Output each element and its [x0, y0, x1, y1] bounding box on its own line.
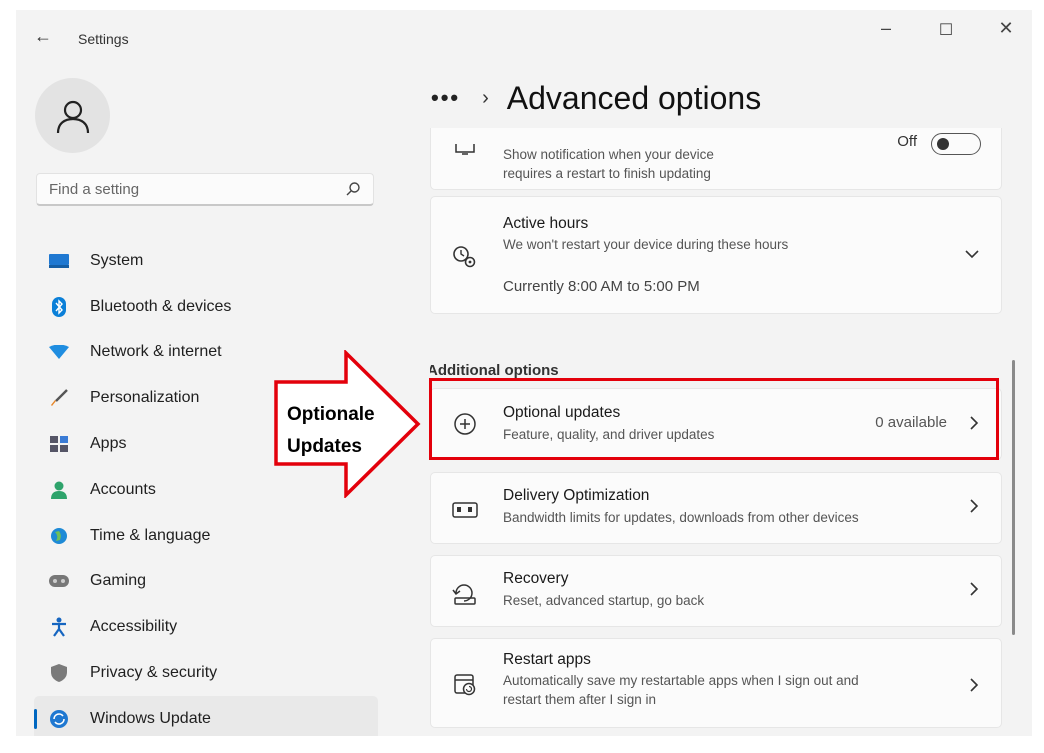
- sidebar-item-label: System: [90, 251, 144, 269]
- avatar[interactable]: [35, 78, 110, 153]
- page-title: Advanced options: [506, 79, 762, 116]
- highlight-box: [429, 378, 999, 460]
- delivery-optimization-card[interactable]: Delivery Optimization Bandwidth limits f…: [430, 472, 1002, 544]
- sidebar-item-label: Privacy & security: [90, 664, 218, 682]
- sidebar-item-time-language[interactable]: Time & language: [34, 513, 378, 559]
- title-bar: ← Settings – ☐ ✕: [16, 10, 1032, 66]
- delivery-icon: [451, 496, 479, 524]
- maximize-button[interactable]: ☐: [926, 20, 966, 40]
- search-box[interactable]: [36, 173, 374, 206]
- accounts-icon: [48, 479, 70, 501]
- scrollbar-thumb[interactable]: [1012, 360, 1015, 635]
- card-subtitle: Reset, advanced startup, go back: [503, 593, 705, 608]
- card-title: Active hours: [503, 215, 589, 232]
- card-title: Recovery: [503, 570, 569, 587]
- user-icon: [56, 100, 89, 133]
- sidebar-item-system[interactable]: System: [34, 238, 378, 284]
- close-button[interactable]: ✕: [986, 18, 1026, 39]
- active-hours-card[interactable]: Active hours We won't restart your devic…: [430, 196, 1002, 314]
- system-icon: [48, 250, 70, 272]
- sidebar-item-label: Apps: [90, 435, 127, 453]
- breadcrumb: ••• › Advanced options: [431, 76, 761, 120]
- breadcrumb-overflow-button[interactable]: •••: [431, 85, 460, 111]
- annotation-text: Optionale Updates: [287, 399, 375, 463]
- clock-gear-icon: [451, 243, 479, 271]
- brush-icon: [48, 387, 70, 409]
- card-subtitle: Show notification when your device: [503, 147, 714, 162]
- card-subtitle: restart them after I sign in: [503, 692, 657, 707]
- sidebar-item-label: Network & internet: [90, 343, 222, 361]
- active-indicator: [34, 708, 37, 729]
- back-arrow-icon[interactable]: ←: [34, 26, 52, 47]
- restart-apps-card[interactable]: Restart apps Automatically save my resta…: [430, 638, 1002, 728]
- card-subtitle: We won't restart your device during thes…: [503, 237, 789, 252]
- breadcrumb-separator: ›: [482, 86, 489, 109]
- chevron-right-icon[interactable]: [969, 497, 979, 518]
- notify-toggle[interactable]: [931, 133, 981, 155]
- shield-icon: [48, 662, 70, 684]
- update-icon: [48, 708, 70, 730]
- chevron-down-icon[interactable]: [965, 243, 979, 264]
- card-subtitle: requires a restart to finish updating: [503, 166, 711, 181]
- sidebar-item-label: Accounts: [90, 480, 156, 498]
- card-title: Restart apps: [503, 651, 591, 668]
- toggle-knob: [937, 138, 949, 150]
- sidebar-item-label: Bluetooth & devices: [90, 297, 232, 315]
- globe-icon: [48, 525, 70, 547]
- bluetooth-icon: [48, 296, 70, 318]
- sidebar-item-label: Gaming: [90, 572, 147, 590]
- card-subtitle: Automatically save my restartable apps w…: [503, 673, 859, 688]
- annotation-line1: Optionale: [287, 404, 375, 425]
- sidebar-item-gaming[interactable]: Gaming: [34, 559, 378, 605]
- sidebar-item-label: Windows Update: [90, 709, 211, 727]
- active-hours-value: Currently 8:00 AM to 5:00 PM: [503, 278, 700, 295]
- notify-restart-card: Show notification when your device requi…: [430, 128, 1002, 190]
- annotation-line2: Updates: [287, 436, 362, 457]
- gamepad-icon: [48, 570, 70, 592]
- settings-window: ← Settings – ☐ ✕ System Bluetooth & devi…: [16, 10, 1032, 736]
- sidebar-item-label: Personalization: [90, 389, 200, 407]
- apps-icon: [48, 433, 70, 455]
- chevron-right-icon[interactable]: [969, 676, 979, 697]
- toggle-label: Off: [897, 133, 917, 150]
- accessibility-icon: [48, 616, 70, 638]
- card-subtitle: Bandwidth limits for updates, downloads …: [503, 510, 859, 525]
- recovery-card[interactable]: Recovery Reset, advanced startup, go bac…: [430, 555, 1002, 627]
- section-title: Additional options: [430, 362, 559, 379]
- sidebar-item-label: Accessibility: [90, 618, 178, 636]
- sidebar-item-label: Time & language: [90, 526, 211, 544]
- sidebar-item-privacy-security[interactable]: Privacy & security: [34, 650, 378, 696]
- network-icon: [48, 341, 70, 363]
- search-input[interactable]: [47, 180, 331, 199]
- sidebar-item-accessibility[interactable]: Accessibility: [34, 604, 378, 650]
- search-icon[interactable]: [345, 181, 361, 197]
- bell-icon: [451, 137, 479, 165]
- sidebar-item-windows-update[interactable]: Windows Update: [34, 695, 378, 736]
- sidebar-item-bluetooth[interactable]: Bluetooth & devices: [34, 284, 378, 330]
- recovery-icon: [451, 580, 479, 608]
- minimize-button[interactable]: –: [866, 18, 906, 39]
- chevron-right-icon[interactable]: [969, 580, 979, 601]
- restart-apps-icon: [451, 671, 479, 699]
- app-title: Settings: [78, 31, 129, 47]
- card-title: Delivery Optimization: [503, 487, 650, 504]
